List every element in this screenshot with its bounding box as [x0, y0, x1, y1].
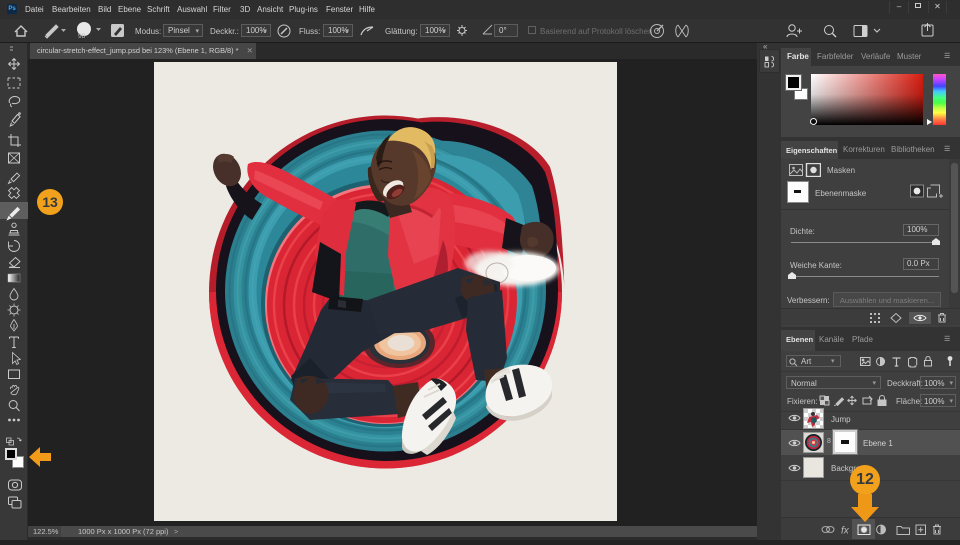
- svg-text:fx: fx: [841, 526, 850, 537]
